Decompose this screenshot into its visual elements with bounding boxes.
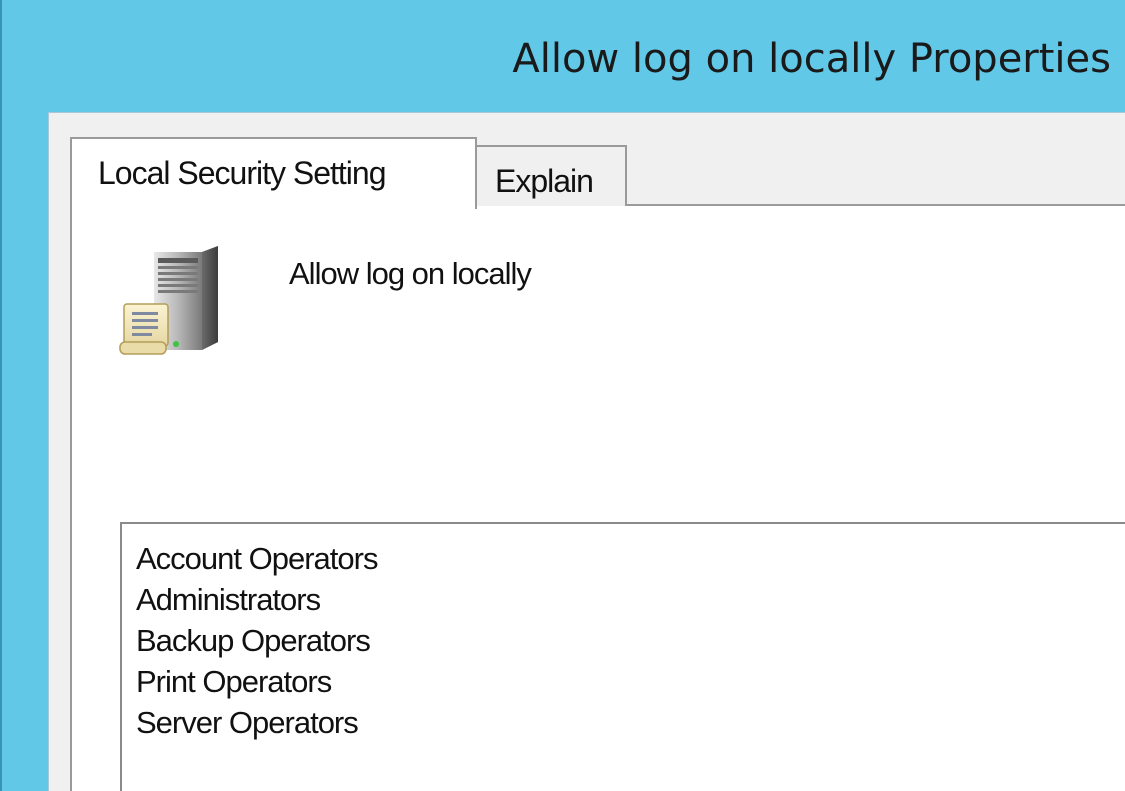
tab-local-security-setting[interactable]: Local Security Setting xyxy=(70,137,477,209)
list-item[interactable]: Backup Operators xyxy=(136,620,1125,661)
list-item[interactable]: Account Operators xyxy=(136,538,1125,579)
list-item[interactable]: Print Operators xyxy=(136,661,1125,702)
title-bar[interactable]: Allow log on locally Properties xyxy=(0,0,1125,112)
properties-dialog: Allow log on locally Properties Local Se… xyxy=(0,0,1125,791)
members-listbox[interactable]: Account Operators Administrators Backup … xyxy=(120,522,1125,791)
window-border xyxy=(0,0,2,791)
policy-name-label: Allow log on locally xyxy=(289,256,532,291)
list-item[interactable]: Administrators xyxy=(136,579,1125,620)
tab-explain[interactable]: Explain xyxy=(475,145,627,206)
list-item[interactable]: Server Operators xyxy=(136,702,1125,743)
server-policy-icon xyxy=(118,246,228,360)
window-title: Allow log on locally Properties xyxy=(512,36,1111,82)
